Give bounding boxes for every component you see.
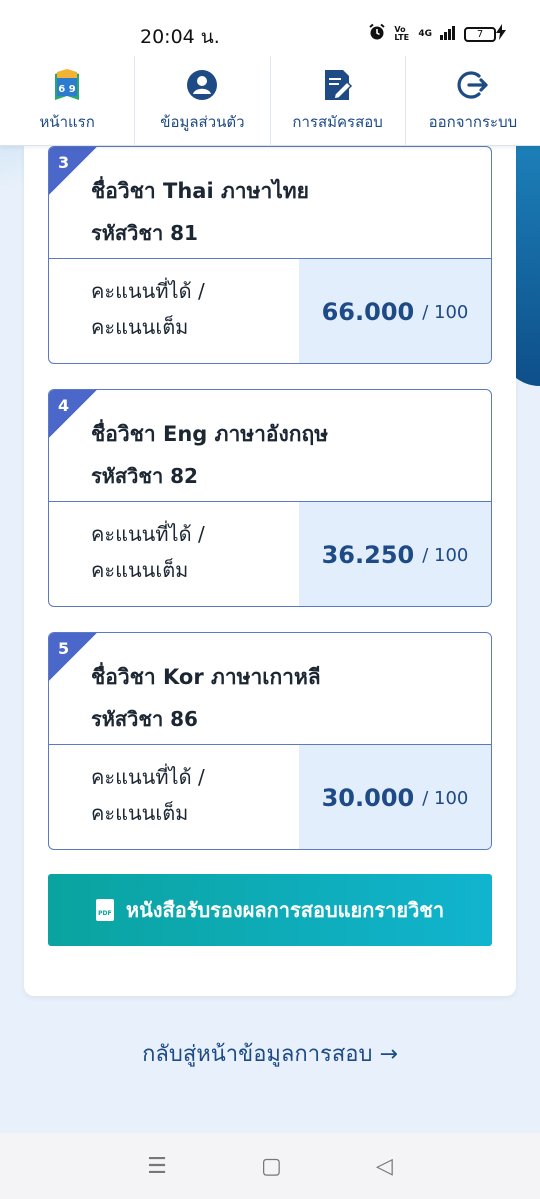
score-label: คะแนนที่ได้ / คะแนนเต็ม <box>49 502 299 606</box>
nav-home-label: หน้าแรก <box>39 112 95 131</box>
pdf-icon-text: PDF <box>98 910 112 917</box>
score-value-box: 30.000 / 100 <box>299 745 491 849</box>
subject-score-row: คะแนนที่ได้ / คะแนนเต็ม 30.000 / 100 <box>49 745 491 849</box>
subject-index: 4 <box>58 396 70 415</box>
battery-level: 7 <box>476 28 484 40</box>
score-value-box: 66.000 / 100 <box>299 259 491 363</box>
back-to-exam-info-link[interactable]: กลับสู่หน้าข้อมูลการสอบ → <box>0 1036 540 1071</box>
subject-card: 3 ชื่อวิชา Thai ภาษาไทย รหัสวิชา 81 คะแน… <box>48 146 492 364</box>
status-icons: Vo LTE 4G 7 <box>368 23 496 45</box>
index-corner <box>49 633 97 681</box>
score-label: คะแนนที่ได้ / คะแนนเต็ม <box>49 745 299 849</box>
score-label-line1: คะแนนที่ได้ / <box>91 279 205 303</box>
certificate-button[interactable]: PDF หนังสือรับรองผลการสอบแยกรายวิชา <box>48 874 492 946</box>
subject-header: 5 ชื่อวิชา Kor ภาษาเกาหลี รหัสวิชา 86 <box>49 633 491 745</box>
nav-registration-label: การสมัครสอบ <box>292 112 383 131</box>
status-time: 20:04 น. <box>140 26 220 48</box>
score-max: / 100 <box>422 544 469 566</box>
signal-icon <box>440 25 456 44</box>
subject-name: ชื่อวิชา Eng ภาษาอังกฤษ <box>91 422 329 446</box>
alarm-icon <box>368 23 386 45</box>
nav-profile-label: ข้อมูลส่วนตัว <box>160 112 245 131</box>
score-value: 66.000 <box>321 298 415 326</box>
score-label-line2: คะแนนเต็ม <box>91 801 189 825</box>
subject-header: 4 ชื่อวิชา Eng ภาษาอังกฤษ รหัสวิชา 82 <box>49 390 491 502</box>
subject-card: 5 ชื่อวิชา Kor ภาษาเกาหลี รหัสวิชา 86 คะ… <box>48 632 492 850</box>
subject-code: รหัสวิชา 81 <box>91 221 198 245</box>
subject-index: 3 <box>58 153 70 172</box>
score-max: / 100 <box>422 787 469 809</box>
home-button[interactable]: ▢ <box>261 1154 282 1179</box>
edit-document-icon <box>321 68 355 102</box>
battery-icon: 7 <box>464 26 496 42</box>
nav-home[interactable]: 6 9 หน้าแรก <box>0 56 136 145</box>
volte-icon: Vo LTE <box>394 25 410 42</box>
status-bar: 20:04 น. Vo LTE 4G 7 <box>0 0 540 56</box>
index-corner <box>49 390 97 438</box>
home-book-icon: 6 9 <box>50 68 84 102</box>
score-value: 30.000 <box>321 784 415 812</box>
score-panel: 3 ชื่อวิชา Thai ภาษาไทย รหัสวิชา 81 คะแน… <box>24 146 516 996</box>
pdf-icon: PDF <box>95 899 114 921</box>
score-label-line2: คะแนนเต็ม <box>91 558 189 582</box>
score-value-box: 36.250 / 100 <box>299 502 491 606</box>
nav-profile[interactable]: ข้อมูลส่วนตัว <box>135 56 271 145</box>
subject-code: รหัสวิชา 82 <box>91 464 198 488</box>
certificate-button-label: หนังสือรับรองผลการสอบแยกรายวิชา <box>125 898 445 922</box>
back-button[interactable]: ◁ <box>376 1154 393 1179</box>
logout-icon <box>456 68 490 102</box>
recent-apps-button[interactable]: ☰ <box>147 1154 167 1179</box>
score-value: 36.250 <box>321 541 415 569</box>
android-navigation-bar: ☰ ▢ ◁ <box>0 1133 540 1199</box>
score-label-line1: คะแนนที่ได้ / <box>91 522 205 546</box>
nav-logout[interactable]: ออกจากระบบ <box>406 56 540 145</box>
subject-score-row: คะแนนที่ได้ / คะแนนเต็ม 36.250 / 100 <box>49 502 491 606</box>
charging-icon <box>496 24 506 44</box>
index-corner <box>49 147 97 195</box>
home-icon-text: 6 9 <box>58 84 75 95</box>
score-label-line2: คะแนนเต็ม <box>91 315 189 339</box>
subject-score-row: คะแนนที่ได้ / คะแนนเต็ม 66.000 / 100 <box>49 259 491 363</box>
top-navigation: 6 9 หน้าแรก ข้อมูลส่วนตัว การสมัครสอบ ออ… <box>0 56 540 146</box>
score-label-line1: คะแนนที่ได้ / <box>91 765 205 789</box>
subject-card: 4 ชื่อวิชา Eng ภาษาอังกฤษ รหัสวิชา 82 คะ… <box>48 389 492 607</box>
subject-name: ชื่อวิชา Kor ภาษาเกาหลี <box>91 665 321 689</box>
user-icon <box>185 68 219 102</box>
nav-logout-label: ออกจากระบบ <box>428 112 518 131</box>
score-max: / 100 <box>422 301 469 323</box>
subject-code: รหัสวิชา 86 <box>91 707 198 731</box>
network-type: 4G <box>418 29 432 39</box>
subject-name: ชื่อวิชา Thai ภาษาไทย <box>91 179 309 203</box>
subject-index: 5 <box>58 639 70 658</box>
score-label: คะแนนที่ได้ / คะแนนเต็ม <box>49 259 299 363</box>
subject-header: 3 ชื่อวิชา Thai ภาษาไทย รหัสวิชา 81 <box>49 147 491 259</box>
nav-registration[interactable]: การสมัครสอบ <box>271 56 406 145</box>
background-decoration-left <box>0 146 24 186</box>
